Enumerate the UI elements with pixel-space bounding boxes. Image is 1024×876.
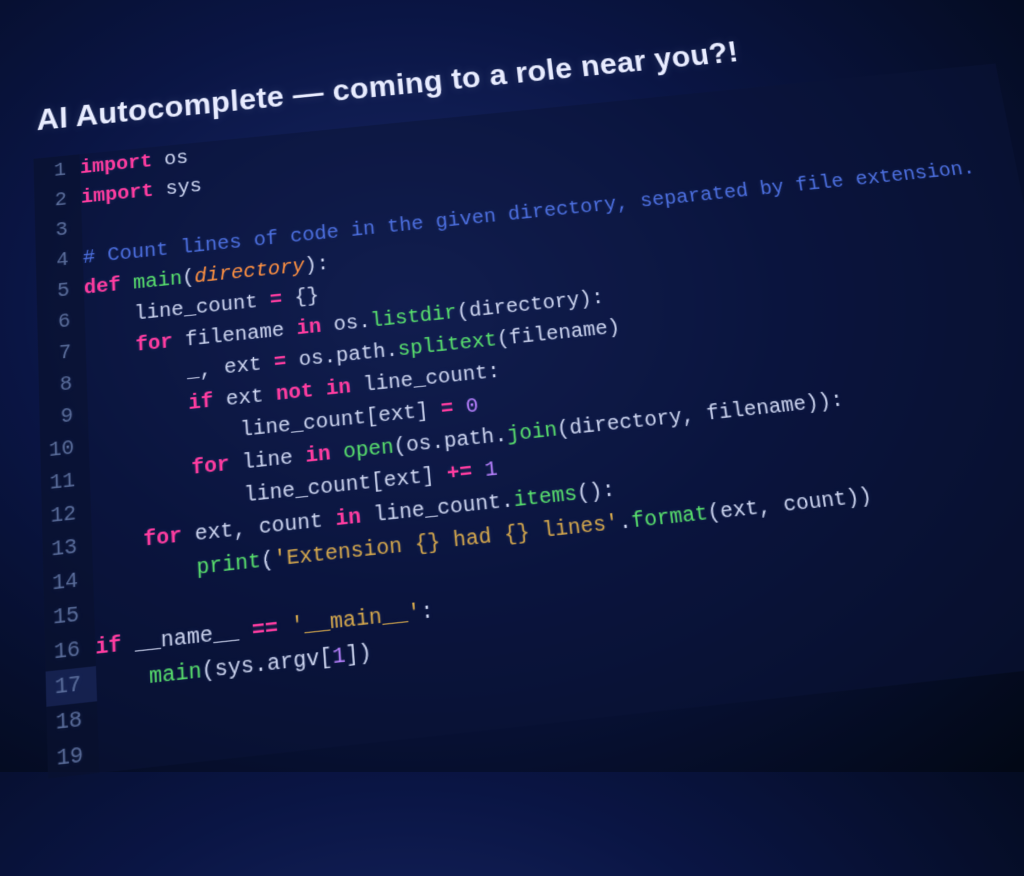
token-pun: (): (576, 478, 617, 506)
token-pun: {} (294, 285, 320, 310)
token-var: ext (225, 383, 276, 412)
line-number: 7 (38, 336, 87, 372)
token-pun: ): (304, 253, 330, 278)
token-meth: items (512, 482, 578, 513)
line-number: 14 (43, 563, 94, 602)
token-kw: for (143, 523, 195, 553)
line-number: 10 (40, 431, 89, 469)
token-mod: path (443, 425, 496, 454)
token-pun: ]) (345, 641, 373, 670)
token-kw: == (251, 615, 292, 645)
token-mod: path (335, 340, 386, 368)
token-fn: open (342, 436, 394, 465)
token-kw: for (135, 330, 186, 358)
token-meth: format (630, 502, 709, 535)
line-number: 12 (42, 496, 92, 534)
line-number: 2 (34, 184, 81, 218)
line-number: 8 (39, 367, 88, 404)
token-var (96, 665, 150, 697)
line-number: 1 (33, 154, 80, 188)
token-pun: (sys (201, 654, 255, 686)
token-kw: in (305, 441, 345, 469)
line-number: 6 (37, 305, 85, 341)
token-kw: = (440, 396, 467, 422)
token-mod: sys (165, 175, 202, 201)
token-kw: in (335, 504, 375, 533)
line-number: 13 (42, 529, 92, 568)
line-number: 9 (39, 399, 88, 436)
token-meth: listdir (370, 302, 458, 334)
token-var: line (242, 445, 307, 476)
code-editor: 1import os2import sys3 4# Count lines of… (33, 64, 1024, 779)
line-number: 15 (44, 597, 95, 637)
token-kw: if (95, 632, 135, 662)
token-num: 1 (484, 458, 499, 484)
token-mod: os (164, 147, 189, 171)
token-pun: : (420, 599, 435, 626)
token-var: argv[ (266, 645, 333, 678)
token-kw: import (80, 150, 165, 180)
token-num: 0 (465, 395, 480, 420)
line-number: 3 (35, 213, 83, 248)
token-mod: os (333, 312, 359, 338)
line-number: 16 (45, 631, 96, 671)
line-number: 11 (41, 463, 91, 501)
token-kw: = (269, 287, 295, 312)
token-fn: main (149, 659, 203, 691)
token-kw: if (188, 389, 227, 417)
token-kw: not in (275, 374, 364, 407)
token-kw: in (296, 314, 335, 341)
token-var (86, 335, 137, 363)
token-kw: += (446, 459, 486, 487)
token-kw: def (84, 273, 134, 301)
token-fn: main (133, 268, 183, 296)
line-number: 4 (36, 243, 84, 278)
line-number: 17 (46, 666, 98, 707)
token-kw: = (273, 349, 299, 375)
token-kw: import (81, 179, 167, 209)
token-pun: (os (393, 432, 433, 460)
token-kw: for (191, 452, 243, 482)
line-number: 5 (36, 274, 84, 310)
line-number: 19 (47, 737, 99, 779)
token-fn: print (196, 550, 262, 582)
token-meth: join (506, 419, 559, 448)
line-number: 18 (46, 701, 98, 742)
token-var (92, 528, 144, 558)
token-mod: os (298, 347, 325, 373)
